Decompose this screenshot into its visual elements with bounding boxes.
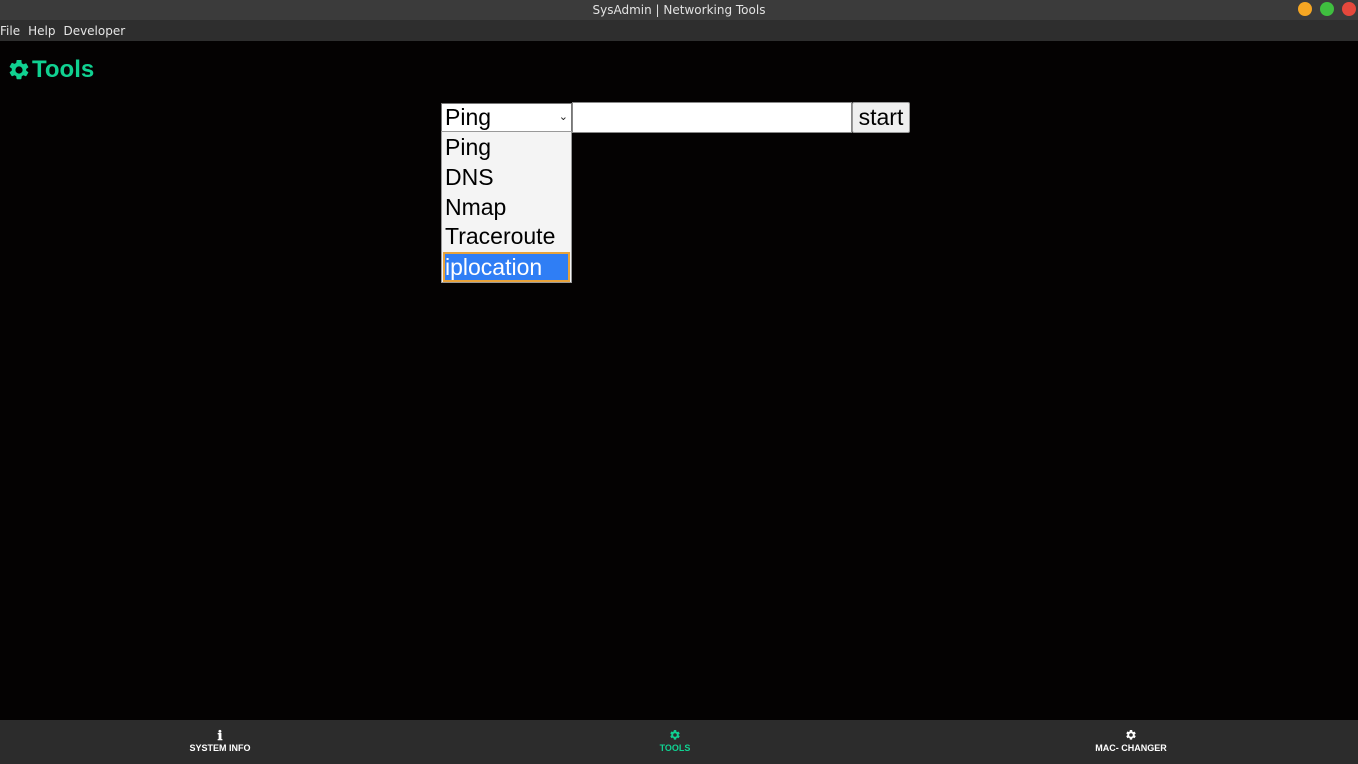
- info-icon: ℹ: [217, 728, 223, 743]
- maximize-button[interactable]: [1320, 2, 1334, 16]
- window-title: SysAdmin | Networking Tools: [592, 3, 766, 17]
- menu-help[interactable]: Help: [24, 24, 59, 38]
- chevron-down-icon: ⌄: [558, 111, 568, 123]
- nav-system-info[interactable]: ℹ SYSTEM INFO: [140, 728, 300, 754]
- nav-mac-changer[interactable]: MAC- CHANGER: [1051, 729, 1211, 753]
- tool-dropdown-list: Ping DNS Nmap Traceroute iplocation: [441, 131, 572, 283]
- nav-system-info-label: SYSTEM INFO: [189, 743, 251, 753]
- dropdown-option-dns[interactable]: DNS: [442, 162, 571, 192]
- menu-bar: File Help Developer: [0, 20, 1358, 41]
- gear-icon: [9, 59, 29, 80]
- dropdown-option-ping[interactable]: Ping: [442, 132, 571, 162]
- main-content: Tools Ping ⌄ start Ping DNS Nmap Tracero…: [0, 41, 1358, 720]
- nav-tools-label: TOOLS: [659, 743, 691, 753]
- menu-file[interactable]: File: [0, 24, 24, 38]
- dropdown-option-iplocation[interactable]: iplocation: [443, 252, 570, 282]
- close-button[interactable]: [1342, 2, 1356, 16]
- gear-icon: [595, 729, 755, 743]
- bottom-nav: ℹ SYSTEM INFO TOOLS MAC- CHANGER: [0, 720, 1358, 764]
- tool-select-value: Ping: [445, 104, 492, 130]
- nav-tools[interactable]: TOOLS: [595, 729, 755, 753]
- page-title: Tools: [7, 56, 94, 84]
- title-bar: SysAdmin | Networking Tools: [0, 0, 1358, 20]
- dropdown-option-traceroute[interactable]: Traceroute: [442, 221, 571, 251]
- dropdown-option-nmap[interactable]: Nmap: [442, 192, 571, 222]
- app-window: SysAdmin | Networking Tools File Help De…: [0, 0, 1358, 764]
- minimize-button[interactable]: [1298, 2, 1312, 16]
- nav-mac-changer-label: MAC- CHANGER: [1095, 743, 1167, 753]
- menu-developer[interactable]: Developer: [59, 24, 129, 38]
- page-title-text: Tools: [32, 56, 95, 83]
- gear-icon: [1051, 729, 1211, 743]
- start-button[interactable]: start: [852, 102, 910, 133]
- tool-select[interactable]: Ping ⌄: [441, 103, 572, 132]
- target-input[interactable]: [572, 102, 852, 133]
